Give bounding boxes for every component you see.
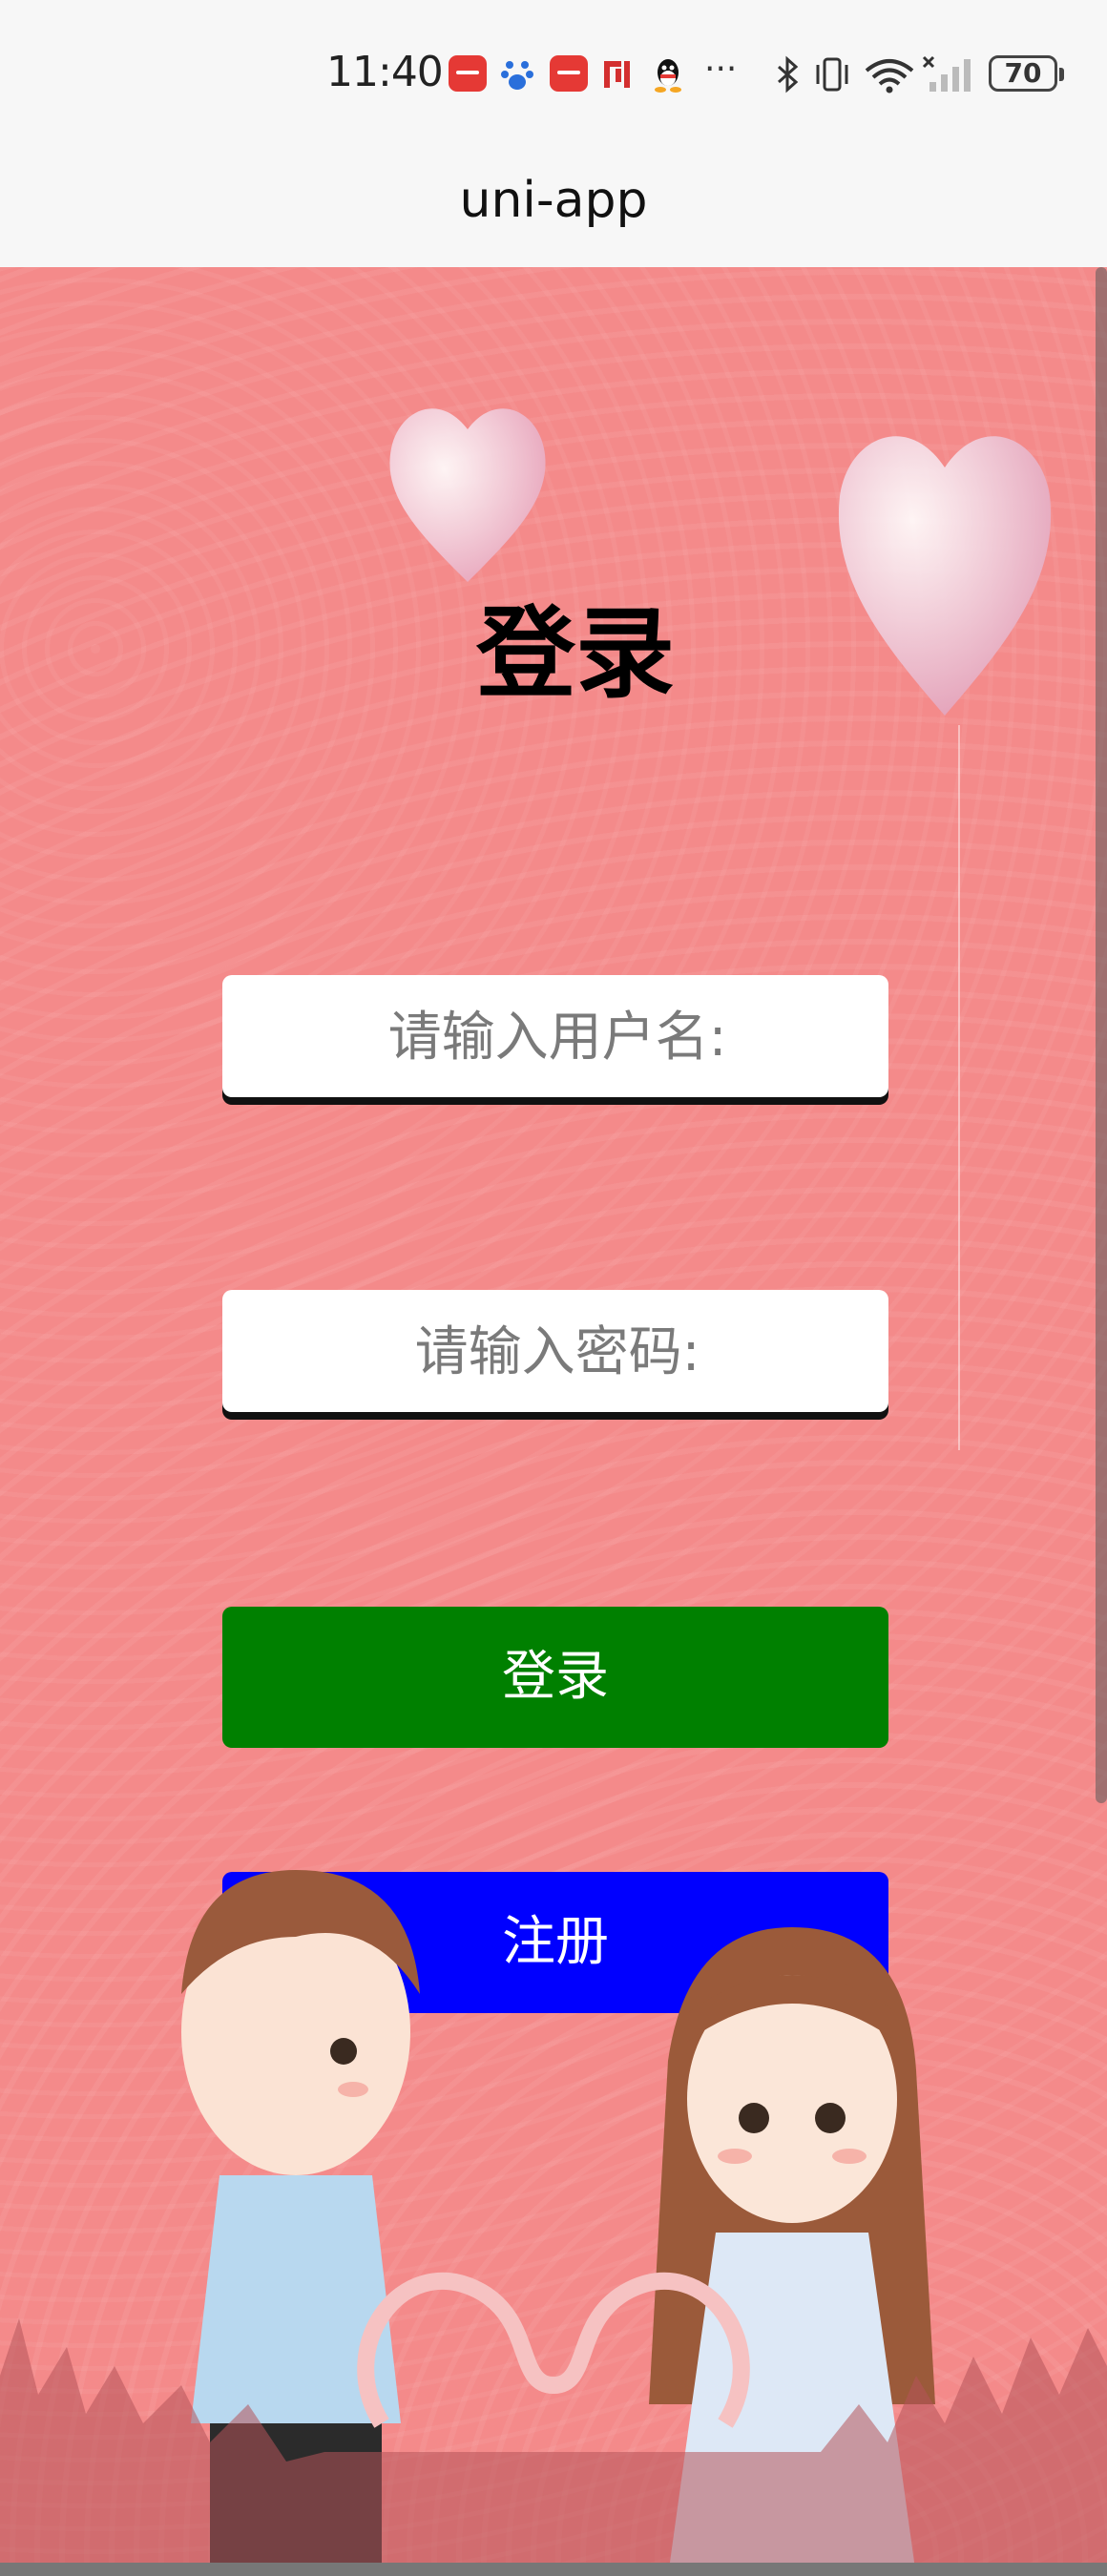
status-bar: 11:40 ··· 70 xyxy=(0,0,1107,153)
balloon-string xyxy=(958,725,960,1450)
page-title: 登录 xyxy=(475,595,675,712)
bottom-edge xyxy=(0,2563,1107,2576)
password-input[interactable] xyxy=(222,1290,892,1414)
login-button[interactable]: 登录 xyxy=(222,1607,888,1748)
crowd-silhouette xyxy=(0,2318,1107,2576)
username-field[interactable] xyxy=(222,975,892,1099)
username-input[interactable] xyxy=(222,975,892,1099)
qq-icon xyxy=(655,59,681,93)
battery-icon: 70 xyxy=(989,55,1064,92)
wifi-icon xyxy=(865,59,914,93)
huawei-browser-icon xyxy=(550,55,588,92)
status-time: 11:40 xyxy=(326,48,444,96)
vibrate-icon xyxy=(816,57,848,92)
baidu-icon xyxy=(501,61,533,90)
post-icon xyxy=(604,61,630,88)
login-page: 登录 登录 注册 xyxy=(0,267,1107,2576)
signal-icon xyxy=(922,55,971,92)
huawei-appgallery-icon xyxy=(449,55,487,92)
nav-title: uni-app xyxy=(459,172,648,229)
more-dots-icon: ··· xyxy=(704,50,738,89)
bluetooth-icon xyxy=(778,55,799,93)
scrollbar[interactable] xyxy=(1096,267,1107,1803)
nav-bar: uni-app xyxy=(0,153,1107,267)
password-field[interactable] xyxy=(222,1290,892,1414)
heart-balloon-icon xyxy=(389,408,546,582)
